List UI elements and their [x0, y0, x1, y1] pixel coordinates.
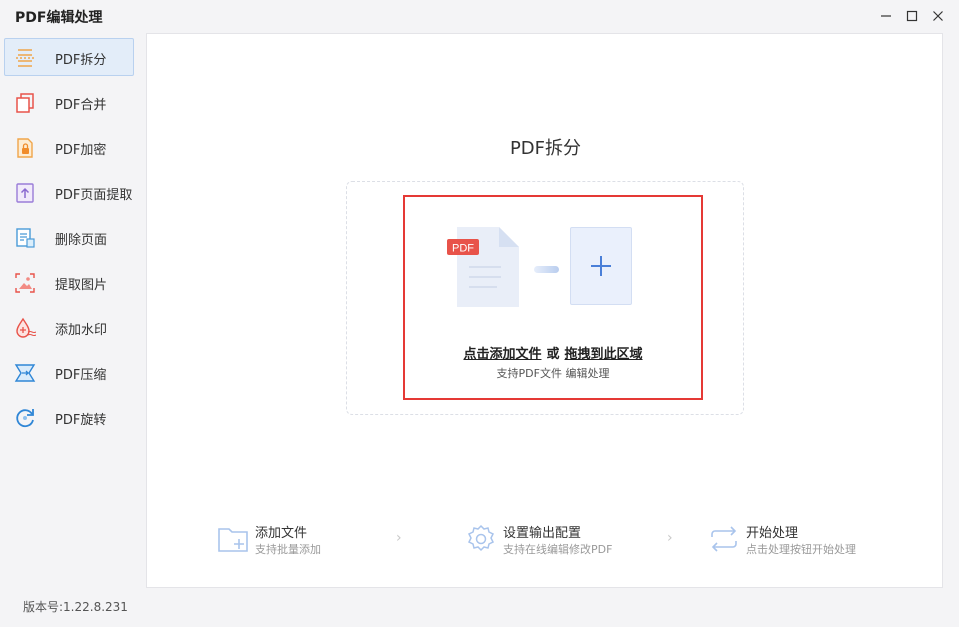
sidebar-item-page-extract[interactable]: PDF页面提取: [4, 173, 134, 211]
sidebar-item-pdf-encrypt[interactable]: PDF加密: [4, 128, 134, 166]
app-title: PDF编辑处理: [15, 10, 103, 26]
sidebar-item-label: 添加水印: [55, 323, 108, 338]
maximize-button[interactable]: [902, 6, 922, 26]
sidebar-item-extract-image[interactable]: 提取图片: [4, 263, 134, 301]
compress-icon: [14, 362, 36, 384]
sidebar-item-compress[interactable]: PDF压缩: [4, 353, 134, 391]
pdf-file-icon: PDF: [447, 227, 522, 311]
step-subtitle: 支持在线编辑修改PDF: [503, 543, 613, 556]
step-title: 设置输出配置: [503, 526, 582, 541]
drop-instruction: 点击添加文件或拖拽到此区域: [403, 343, 703, 362]
sidebar-item-rotate[interactable]: PDF旋转: [4, 398, 134, 436]
step-subtitle: 支持批量添加: [255, 543, 321, 556]
pdf-badge-label: PDF: [452, 243, 474, 255]
image-extract-icon: [14, 272, 36, 294]
add-file-button[interactable]: [570, 227, 632, 305]
or-text: 或: [546, 347, 560, 362]
add-file-link[interactable]: 点击添加文件: [463, 347, 541, 362]
step-separator: ›: [667, 530, 673, 546]
step-separator: ›: [396, 530, 402, 546]
minimize-button[interactable]: [876, 6, 896, 26]
rotate-icon: [14, 407, 36, 429]
connector-bar: [534, 266, 559, 273]
step-subtitle: 点击处理按钮开始处理: [746, 543, 856, 556]
step-title: 开始处理: [746, 526, 799, 541]
sidebar-item-watermark[interactable]: 添加水印: [4, 308, 134, 346]
sidebar-item-label: PDF页面提取: [55, 188, 133, 203]
sidebar-item-label: PDF合并: [55, 98, 107, 113]
folder-add-icon: [217, 523, 249, 559]
maximize-icon: [906, 10, 918, 22]
gear-icon: [465, 523, 497, 559]
delete-page-icon: [14, 227, 36, 249]
sidebar-item-label: 提取图片: [55, 278, 108, 293]
lock-file-icon: [14, 137, 36, 159]
repeat-icon: [708, 523, 740, 559]
page-title: PDF拆分: [509, 138, 582, 159]
close-icon: [933, 11, 943, 21]
plus-icon: [591, 256, 611, 276]
sidebar-item-pdf-split[interactable]: PDF拆分: [4, 38, 134, 76]
close-button[interactable]: [928, 6, 948, 26]
sidebar-item-label: PDF旋转: [55, 413, 107, 428]
title-bar: PDF编辑处理: [0, 0, 959, 32]
drop-subtitle: 支持PDF文件 编辑处理: [496, 367, 610, 380]
sidebar-item-label: PDF加密: [55, 143, 107, 158]
sidebar-item-pdf-merge[interactable]: PDF合并: [4, 83, 134, 121]
page-extract-icon: [14, 182, 36, 204]
sidebar-item-label: PDF压缩: [55, 368, 107, 383]
step-title: 添加文件: [255, 526, 308, 541]
drag-area-link[interactable]: 拖拽到此区域: [565, 347, 643, 362]
sidebar-item-delete-page[interactable]: 删除页面: [4, 218, 134, 256]
watermark-icon: [14, 317, 36, 339]
main-panel: PDF拆分 PDF 点击添加文件或拖拽到此区域 支持PDF文件 编辑处理 添加文…: [146, 33, 943, 588]
merge-icon: [14, 92, 36, 114]
sidebar-item-label: PDF拆分: [55, 53, 107, 68]
minimize-icon: [881, 15, 891, 17]
version-label: 版本号:1.22.8.231: [23, 600, 128, 614]
sidebar-item-label: 删除页面: [55, 233, 108, 248]
split-icon: [14, 47, 36, 69]
